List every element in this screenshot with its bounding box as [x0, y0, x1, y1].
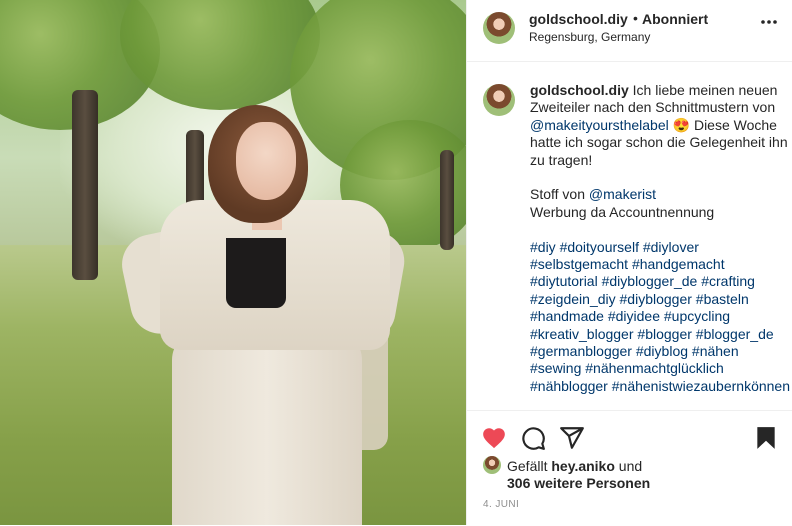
share-icon: [560, 427, 584, 449]
username-link[interactable]: goldschool.diy: [529, 11, 628, 27]
post-date[interactable]: 4. JUNI: [483, 499, 519, 510]
hashtag-link[interactable]: #crafting: [701, 273, 755, 289]
share-button[interactable]: [559, 425, 585, 451]
mention-link[interactable]: @makeityoursthelabel: [530, 117, 669, 133]
comment-button[interactable]: [520, 425, 546, 451]
caption-username[interactable]: goldschool.diy: [530, 82, 629, 98]
caption-avatar[interactable]: [483, 84, 515, 116]
hashtag-link[interactable]: #diytutorial: [530, 273, 598, 289]
avatar[interactable]: [483, 12, 515, 44]
hashtag-link[interactable]: #handgemacht: [632, 256, 725, 272]
hashtag-link[interactable]: #diyblogger_de: [602, 273, 698, 289]
post-sidebar: goldschool.diy • Abonniert Regensburg, G…: [466, 0, 792, 525]
ad-disclosure: Werbung da Accountnennung: [530, 203, 715, 220]
hashtag-link[interactable]: #nähen: [692, 343, 739, 359]
fabric-line: Stoff von @makerist: [530, 186, 790, 203]
caption-scroll-area[interactable]: goldschool.diy Ich liebe meinen neuen Zw…: [467, 62, 792, 410]
mention-link[interactable]: @makerist: [589, 186, 656, 202]
bookmark-icon: [757, 427, 775, 449]
post-photo[interactable]: [0, 0, 466, 525]
hashtag-list: #diy #doityourself #diylover #selbstgema…: [530, 239, 790, 396]
follow-state-button[interactable]: Abonniert: [642, 11, 708, 27]
hashtag-link[interactable]: #diylover: [643, 239, 699, 255]
caption-text: Stoff von: [530, 186, 589, 203]
hashtag-link[interactable]: #diyblog: [636, 343, 688, 359]
likes-count-link[interactable]: 306 weitere Personen: [507, 475, 650, 491]
hashtag-link[interactable]: #selbstgemacht: [530, 256, 628, 272]
location-link[interactable]: Regensburg, Germany: [529, 30, 650, 44]
post-caption: goldschool.diy Ich liebe meinen neuen Zw…: [530, 82, 790, 395]
post-actions: Gefällt hey.aniko und 306 weitere Person…: [467, 410, 792, 526]
post-header: goldschool.diy • Abonniert Regensburg, G…: [467, 0, 792, 62]
separator-dot: •: [633, 10, 638, 26]
emoji: 😍: [672, 116, 691, 133]
hashtag-link[interactable]: #sewing: [530, 360, 581, 376]
likes-text: Gefällt: [507, 458, 552, 474]
hashtag-link[interactable]: #diy: [530, 239, 556, 255]
hashtag-link[interactable]: #basteln: [696, 291, 749, 307]
hashtag-link[interactable]: #kreativ_blogger: [530, 326, 634, 342]
hashtag-link[interactable]: #diyblogger: [620, 291, 692, 307]
hashtag-link[interactable]: #nähenistwiezaubernkönnen: [612, 378, 790, 394]
hashtag-link[interactable]: #germanblogger: [530, 343, 632, 359]
hashtag-link[interactable]: #nähenmachtglücklich: [585, 360, 724, 376]
liker-username[interactable]: hey.aniko: [551, 458, 615, 474]
hashtag-link[interactable]: #diyidee: [608, 308, 660, 324]
save-button[interactable]: [753, 425, 779, 451]
liker-avatar[interactable]: [483, 456, 501, 474]
more-horizontal-icon: [761, 20, 777, 24]
comment-icon: [522, 427, 545, 450]
hashtag-link[interactable]: #handmade: [530, 308, 604, 324]
likes-summary: Gefällt hey.aniko und: [507, 458, 642, 474]
hashtag-link[interactable]: #blogger: [637, 326, 692, 342]
hashtag-link[interactable]: #zeigdein_diy: [530, 291, 616, 307]
likes-text: und: [614, 458, 643, 474]
hashtag-link[interactable]: #upcycling: [664, 308, 730, 324]
hashtag-link[interactable]: #nähblogger: [530, 378, 608, 394]
heart-icon: [483, 428, 505, 449]
more-options-button[interactable]: [759, 12, 779, 37]
hashtag-link[interactable]: #blogger_de: [696, 326, 774, 342]
hashtag-link[interactable]: #doityourself: [560, 239, 639, 255]
like-button[interactable]: [481, 425, 507, 451]
